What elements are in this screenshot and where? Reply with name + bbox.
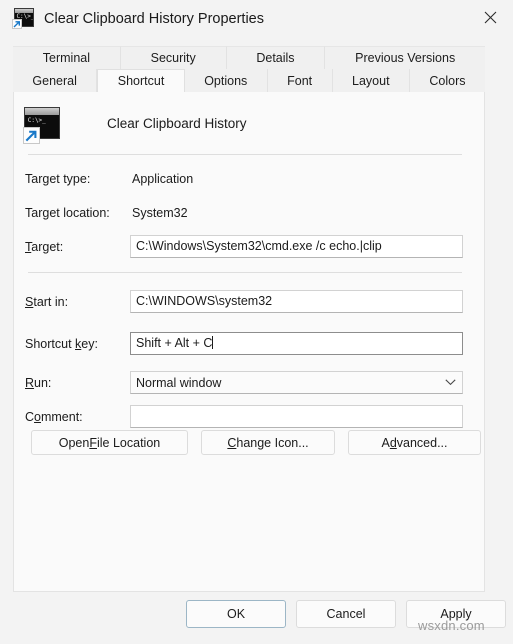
- row-start-in: Start in: C:\WINDOWS\system32: [14, 289, 484, 315]
- tab-label: Details: [256, 51, 295, 65]
- target-type-label: Target type:: [25, 172, 91, 186]
- shortcut-header: C:\>_ Clear Clipboard History: [14, 104, 484, 148]
- target-label: Target:: [25, 234, 63, 260]
- tab-label: Terminal: [42, 51, 91, 65]
- tab-options[interactable]: Options: [184, 69, 268, 92]
- comment-input[interactable]: [130, 405, 463, 428]
- shortcut-arrow-icon: [23, 127, 40, 144]
- cancel-button[interactable]: Cancel: [296, 600, 396, 628]
- row-shortcut-key: Shortcut key: Shift + Alt + C: [14, 331, 484, 357]
- chevron-down-icon: [438, 379, 462, 386]
- run-label-accel: R: [25, 376, 35, 390]
- target-type-value: Application: [132, 172, 194, 186]
- comment-label-rest: mment:: [40, 410, 83, 424]
- shortcut-action-buttons: Open File Location Change Icon... Ad vanc…: [14, 430, 484, 456]
- tab-shortcut[interactable]: Shortcut: [97, 69, 185, 94]
- btn-text-accel: F: [89, 435, 97, 450]
- target-label-rest: arget:: [31, 240, 64, 254]
- btn-text-accel: C: [227, 435, 237, 450]
- tab-label: Layout: [352, 73, 390, 88]
- apply-button[interactable]: Apply: [406, 600, 506, 628]
- start-in-label: Start in:: [25, 289, 68, 315]
- tab-label: Shortcut: [117, 74, 165, 88]
- tab-font[interactable]: Font: [267, 69, 333, 92]
- close-icon: [484, 11, 496, 23]
- btn-text-post: ile Location: [96, 435, 161, 450]
- shortcut-large-icon: C:\>_: [23, 107, 60, 144]
- row-target-location: Target location: System32: [14, 200, 484, 226]
- tab-strip: Terminal Security Details Previous Versi…: [13, 46, 485, 94]
- window-title: Clear Clipboard History Properties: [44, 11, 264, 27]
- properties-dialog: C:\>_ Clear Clipboard History Properties…: [0, 0, 513, 644]
- dialog-footer: OK Cancel Apply: [0, 600, 513, 644]
- tab-security[interactable]: Security: [120, 46, 227, 69]
- btn-text-accel: d: [389, 435, 397, 450]
- btn-text-post: hange Icon...: [236, 435, 309, 450]
- comment-label: Comment:: [25, 404, 83, 430]
- cmd-shortcut-icon: C:\>_: [12, 8, 34, 29]
- tab-terminal[interactable]: Terminal: [13, 46, 121, 69]
- advanced-button[interactable]: Ad vanced...: [348, 430, 481, 455]
- divider-middle: [28, 272, 462, 273]
- shortcut-tab-panel: C:\>_ Clear Clipboard History Target typ…: [13, 92, 485, 592]
- title-bar: C:\>_ Clear Clipboard History Properties: [0, 0, 513, 38]
- change-icon-button[interactable]: Change Icon...: [201, 430, 335, 455]
- tab-row-top: Terminal Security Details Previous Versi…: [13, 46, 485, 69]
- tab-label: Previous Versions: [355, 51, 456, 65]
- tab-label: Security: [150, 51, 196, 65]
- start-in-label-rest: tart in:: [33, 295, 69, 309]
- row-target-type: Target type: Application: [14, 166, 484, 192]
- row-run: Run: Normal window: [14, 370, 484, 396]
- run-dropdown[interactable]: Normal window: [130, 371, 463, 394]
- shortcut-key-label-rest: ey:: [81, 337, 98, 351]
- shortcut-key-label-pre: Shortcut: [25, 337, 76, 351]
- run-label-rest: un:: [34, 376, 52, 390]
- tab-details[interactable]: Details: [226, 46, 326, 69]
- target-input[interactable]: C:\Windows\System32\cmd.exe /c echo.|cli…: [130, 235, 463, 258]
- shortcut-key-input[interactable]: Shift + Alt + C: [130, 332, 463, 355]
- tab-label: General: [32, 73, 77, 88]
- divider-top: [28, 154, 462, 155]
- target-location-label: Target location:: [25, 206, 110, 220]
- shortcut-name-label: Clear Clipboard History: [107, 116, 247, 131]
- tab-label: Font: [287, 73, 313, 88]
- ok-button[interactable]: OK: [186, 600, 286, 628]
- comment-label-pre: C: [25, 410, 35, 424]
- row-target: Target: C:\Windows\System32\cmd.exe /c e…: [14, 234, 484, 260]
- shortcut-key-label: Shortcut key:: [25, 331, 98, 357]
- close-button[interactable]: [467, 0, 513, 34]
- tab-label: Options: [204, 73, 248, 88]
- tab-row-bottom: General Shortcut Options Font Layout Col…: [13, 69, 485, 94]
- btn-text-pre: Open: [58, 435, 90, 450]
- text-caret: [212, 336, 214, 349]
- tab-general[interactable]: General: [13, 69, 98, 92]
- target-location-value: System32: [132, 206, 188, 220]
- btn-text-post: vanced...: [396, 435, 448, 450]
- comment-label-accel: o: [34, 410, 41, 424]
- shortcut-key-value: Shift + Alt + C: [136, 336, 213, 350]
- tab-label: Colors: [429, 73, 466, 88]
- start-in-input[interactable]: C:\WINDOWS\system32: [130, 290, 463, 313]
- tab-colors[interactable]: Colors: [409, 69, 485, 92]
- tab-layout[interactable]: Layout: [332, 69, 410, 92]
- run-selected-value: Normal window: [136, 375, 222, 390]
- row-comment: Comment:: [14, 404, 484, 430]
- shortcut-arrow-icon: [12, 19, 22, 29]
- run-label: Run:: [25, 370, 51, 396]
- btn-text-pre: A: [381, 435, 390, 450]
- open-file-location-button[interactable]: Open File Location: [31, 430, 188, 455]
- tab-previous-versions[interactable]: Previous Versions: [325, 46, 485, 69]
